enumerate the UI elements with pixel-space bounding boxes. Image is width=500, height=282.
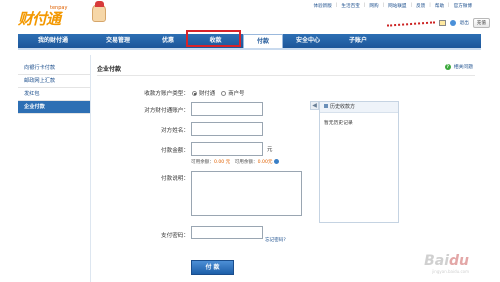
separator: |: [410, 3, 413, 8]
name-input[interactable]: [191, 122, 263, 136]
logo-mark: 财付通: [18, 10, 61, 28]
note-label: 付款说明：: [161, 176, 189, 182]
name-label: 对方姓名：: [161, 128, 189, 134]
radio-label: 财付通: [199, 91, 216, 97]
history-toggle-icon[interactable]: ◀: [310, 101, 319, 110]
nav-security-center[interactable]: 安全中心: [283, 34, 333, 48]
sidebar: 向银行卡付款 邮政网上汇款 发红包 企业付款: [18, 62, 90, 114]
nav-underline: [18, 48, 481, 50]
separator: |: [335, 3, 338, 8]
help-link[interactable]: ? 相关问题: [444, 63, 473, 70]
nav-pay[interactable]: 付款: [243, 34, 283, 49]
watermark: Baidu jingyan.baidu.com: [424, 253, 469, 274]
help-icon: ?: [444, 63, 451, 70]
history-icon: [324, 104, 328, 108]
account-type-label: 收款方账户类型：: [144, 91, 189, 97]
separator: |: [382, 3, 385, 8]
top-header: 财付通 tenpay 体验新版 | 生活百宝 | 网购 | 网站联盟 | 反馈 | 帮助 |…: [0, 0, 500, 34]
mascot-icon: [92, 1, 106, 22]
separator: |: [363, 3, 366, 8]
history-panel: 历史收款方 暂无历史记录: [319, 101, 399, 223]
redacted-username: [386, 19, 435, 27]
message-icon[interactable]: [438, 20, 446, 26]
forgot-password-link[interactable]: 忘记密码?: [265, 237, 286, 243]
history-title: 历史收款方: [330, 104, 356, 110]
quota-label: 可用余额：: [234, 160, 258, 165]
amount-unit: 元: [267, 147, 273, 153]
user-icon: [449, 20, 456, 26]
link-life[interactable]: 生活百宝: [341, 3, 359, 9]
page-title: 企业付款: [97, 66, 122, 73]
amount-label: 付款金额：: [161, 148, 189, 154]
info-icon[interactable]: [273, 159, 279, 164]
sidebar-item-red-packet[interactable]: 发红包: [18, 88, 90, 101]
balance-info: 可用余额：0.00 元 可用余额：0.00元: [191, 159, 279, 165]
sidebar-item-enterprise-pay[interactable]: 企业付款: [18, 101, 90, 114]
balance-label: 可用余额：: [191, 160, 214, 165]
radio-label: 商户号: [228, 91, 245, 97]
pay-button[interactable]: 付 款: [191, 260, 234, 275]
amount-input[interactable]: [191, 142, 263, 156]
link-weibo[interactable]: 官方微博: [454, 3, 472, 9]
recharge-button[interactable]: 充值: [472, 18, 490, 28]
main-content: 企业付款 ? 相关问题 收款方账户类型： 财付通 商户号 对方财付通账户： 对方…: [90, 55, 481, 282]
divider: [97, 75, 475, 76]
history-empty: 暂无历史记录: [324, 121, 353, 126]
radio-button[interactable]: [192, 90, 197, 96]
password-label: 支付密码：: [161, 233, 189, 239]
sidebar-item-postal-remit[interactable]: 邮政网上汇款: [18, 75, 90, 88]
link-shopping[interactable]: 网购: [369, 3, 378, 9]
account-input[interactable]: [191, 102, 263, 116]
user-bar: 退出 充值: [386, 18, 490, 28]
nav-trade-management[interactable]: 交易管理: [88, 34, 148, 48]
main-nav: 我的财付通 交易管理 优惠 收款 付款 安全中心 子账户: [18, 34, 481, 49]
nav-discount[interactable]: 优惠: [148, 34, 188, 48]
history-header: 历史收款方: [320, 102, 398, 113]
nav-my-tenpay[interactable]: 我的财付通: [18, 34, 88, 48]
link-site-union[interactable]: 网站联盟: [388, 3, 406, 9]
note-textarea[interactable]: [191, 171, 302, 216]
sidebar-item-bank-card[interactable]: 向银行卡付款: [18, 62, 90, 75]
separator: |: [448, 3, 450, 8]
nav-sub-account[interactable]: 子账户: [333, 34, 383, 48]
link-feedback[interactable]: 反馈: [416, 3, 425, 9]
tenpay-logo[interactable]: 财付通 tenpay: [18, 5, 88, 31]
link-new-version[interactable]: 体验新版: [313, 3, 331, 9]
link-help[interactable]: 帮助: [435, 3, 444, 9]
radio-tenpay[interactable]: 财付通: [192, 89, 215, 97]
balance-value: 0.00 元: [213, 160, 231, 165]
logo-sub: tenpay: [50, 5, 68, 11]
quota-value: 0.00元: [257, 160, 273, 165]
password-input[interactable]: [191, 226, 263, 239]
account-label: 对方财付通账户：: [144, 108, 189, 114]
radio-button[interactable]: [221, 90, 227, 96]
top-links: 体验新版 | 生活百宝 | 网购 | 网站联盟 | 反馈 | 帮助 | 官方微博: [313, 3, 472, 9]
logout-link[interactable]: 退出: [460, 20, 469, 26]
separator: |: [429, 3, 431, 8]
radio-merchant[interactable]: 商户号: [221, 89, 244, 97]
help-label: 相关问题: [453, 65, 473, 70]
annotation-highlight: [186, 30, 241, 47]
account-type-group: 财付通 商户号: [192, 89, 250, 97]
